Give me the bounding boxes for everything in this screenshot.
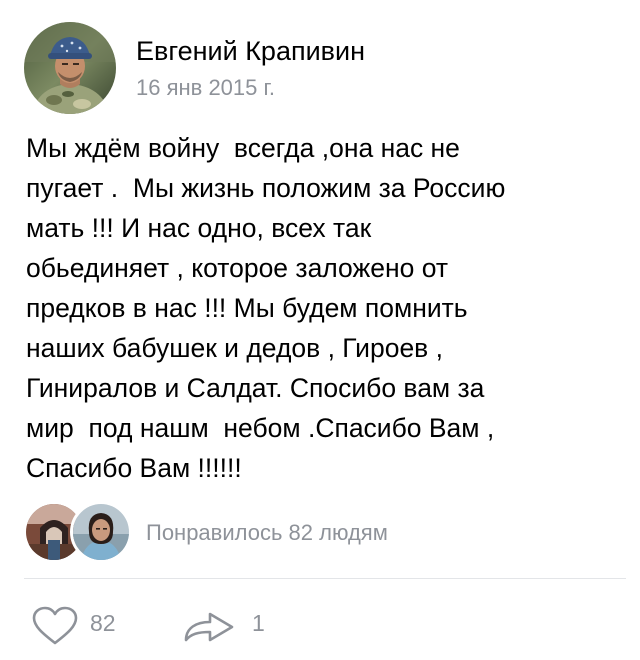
post-date[interactable]: 16 янв 2015 г. <box>136 75 275 101</box>
likes-summary-text[interactable]: Понравилось 82 людям <box>146 520 388 546</box>
post-text-line: Спасибо Вам !!!!!! <box>26 453 242 483</box>
post-card: Евгений Крапивин 16 янв 2015 г. Мы ждём … <box>0 0 640 660</box>
post-text-line: предков в нас !!! Мы будем помнить <box>26 293 468 323</box>
post-text-line: обьединяет , которое заложено от <box>26 253 448 283</box>
post-header: Евгений Крапивин 16 янв 2015 г. <box>24 22 624 118</box>
post-text-line: мать !!! И нас одно, всех так <box>26 213 372 243</box>
share-count: 1 <box>252 610 265 636</box>
divider <box>24 578 626 579</box>
author-avatar[interactable] <box>24 22 116 114</box>
post-text: Мы ждём войну всегда ,она нас не пугает … <box>26 128 626 488</box>
share-arrow-icon <box>184 612 234 642</box>
liker-avatar[interactable] <box>70 501 132 563</box>
share-button[interactable]: 1 <box>180 600 280 650</box>
liker-photo <box>73 504 129 560</box>
post-text-line: Мы ждём войну всегда ,она нас не <box>26 133 460 163</box>
heart-outline-icon <box>32 606 78 645</box>
author-photo <box>24 22 116 114</box>
post-text-line: мир под нашм небом .Спасибо Вам , <box>26 413 495 443</box>
like-count: 82 <box>90 610 116 636</box>
post-text-line: наших бабушек и дедов , Гироев , <box>26 333 443 363</box>
like-button[interactable]: 82 <box>30 600 140 650</box>
author-name[interactable]: Евгений Крапивин <box>136 36 365 67</box>
likes-summary[interactable]: Понравилось 82 людям <box>26 501 626 564</box>
post-actions: 82 1 <box>30 600 430 650</box>
post-text-line: Гиниралов и Салдат. Спосибо вам за <box>26 373 485 403</box>
post-text-line: пугает . Мы жизнь положим за Россию <box>26 173 506 203</box>
